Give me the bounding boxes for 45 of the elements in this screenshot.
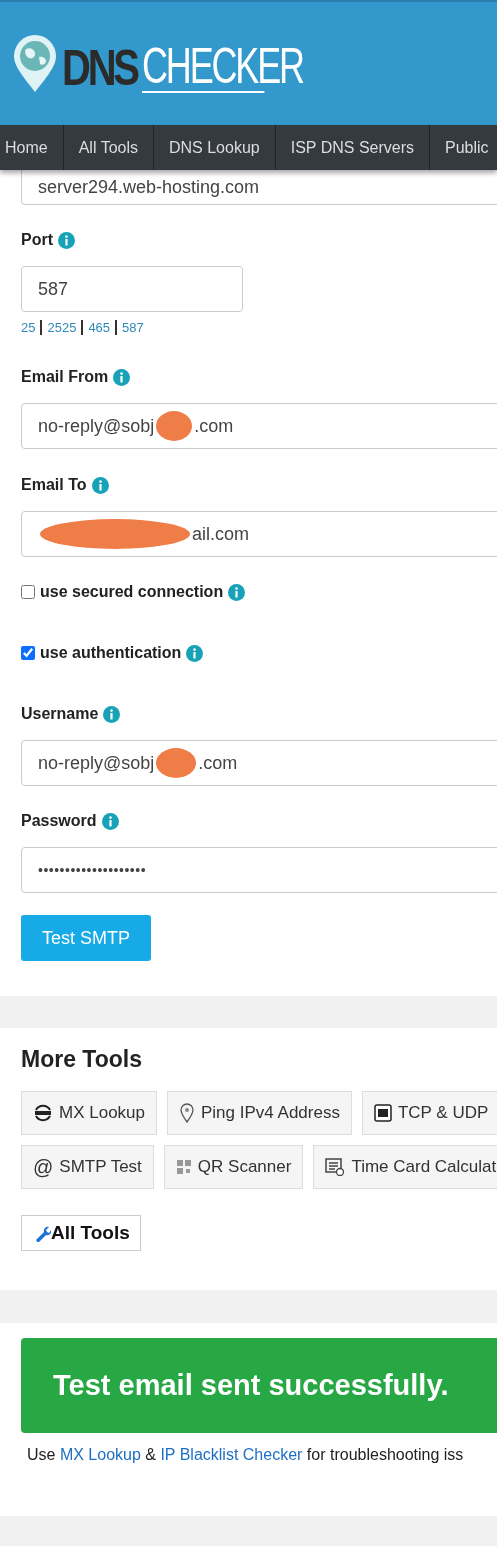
port-link[interactable]: 25	[21, 320, 36, 335]
field-label: Email To	[21, 476, 87, 494]
info-icon[interactable]	[58, 231, 75, 249]
ip-blacklist-link[interactable]: IP Blacklist Checker	[160, 1446, 303, 1463]
info-icon[interactable]	[103, 705, 121, 723]
tool-button[interactable]: Time Card Calculat	[313, 1145, 497, 1189]
info-icon[interactable]	[91, 476, 109, 494]
field-label: Password	[21, 812, 97, 830]
field-label: Username	[21, 705, 99, 723]
info-icon[interactable]	[101, 812, 119, 830]
tool-button[interactable]: @ SMTP Test	[21, 1145, 154, 1189]
location-pin-icon	[179, 1103, 195, 1123]
option-label: use secured connection	[40, 583, 224, 601]
qr-code-icon	[175, 1159, 192, 1175]
port-link[interactable]: 465	[88, 320, 111, 335]
globe-pin-icon	[12, 34, 58, 93]
password-field[interactable]: ••••••••••••••••••••	[21, 847, 497, 893]
wrench-icon	[34, 1224, 51, 1242]
input-field[interactable]: server294.web-hosting.com	[21, 170, 497, 205]
port-icon	[373, 1104, 392, 1122]
input-field[interactable]: no-reply@sobj .com	[21, 740, 497, 786]
input-field[interactable]: 587	[21, 266, 243, 312]
tool-button[interactable]: QR Scanner	[163, 1145, 304, 1189]
success-banner: Test email sent successfully.	[21, 1338, 497, 1433]
tool-button[interactable]: TCP & UDP	[361, 1091, 497, 1135]
all-tools-button[interactable]: All Tools	[21, 1215, 141, 1251]
mx-lookup-link[interactable]: MX Lookup	[59, 1446, 141, 1463]
option-label: use authentication	[40, 644, 182, 662]
port-link[interactable]: 587	[122, 320, 144, 335]
info-icon[interactable]	[186, 644, 204, 662]
checkbox[interactable]	[21, 585, 35, 599]
info-icon[interactable]	[113, 368, 131, 386]
field-label: Email From	[21, 368, 109, 386]
section-title: More Tools	[21, 1046, 143, 1073]
port-link[interactable]: 2525	[47, 320, 77, 335]
field-label: Port	[21, 231, 53, 249]
input-field[interactable]: no-reply@sobj .com	[21, 403, 497, 449]
tool-button[interactable]: Ping IPv4 Address	[167, 1091, 352, 1135]
input-field[interactable]: ail.com	[21, 511, 497, 557]
tool-button[interactable]: MX Lookup	[21, 1091, 157, 1135]
troubleshooting-hint: Use MX Lookup & IP Blacklist Checker for troubleshooting iss	[27, 1446, 465, 1464]
time-card-icon	[325, 1158, 346, 1176]
info-icon[interactable]	[228, 583, 246, 601]
at-sign-icon: @	[33, 1155, 54, 1179]
checkbox[interactable]	[21, 646, 35, 660]
